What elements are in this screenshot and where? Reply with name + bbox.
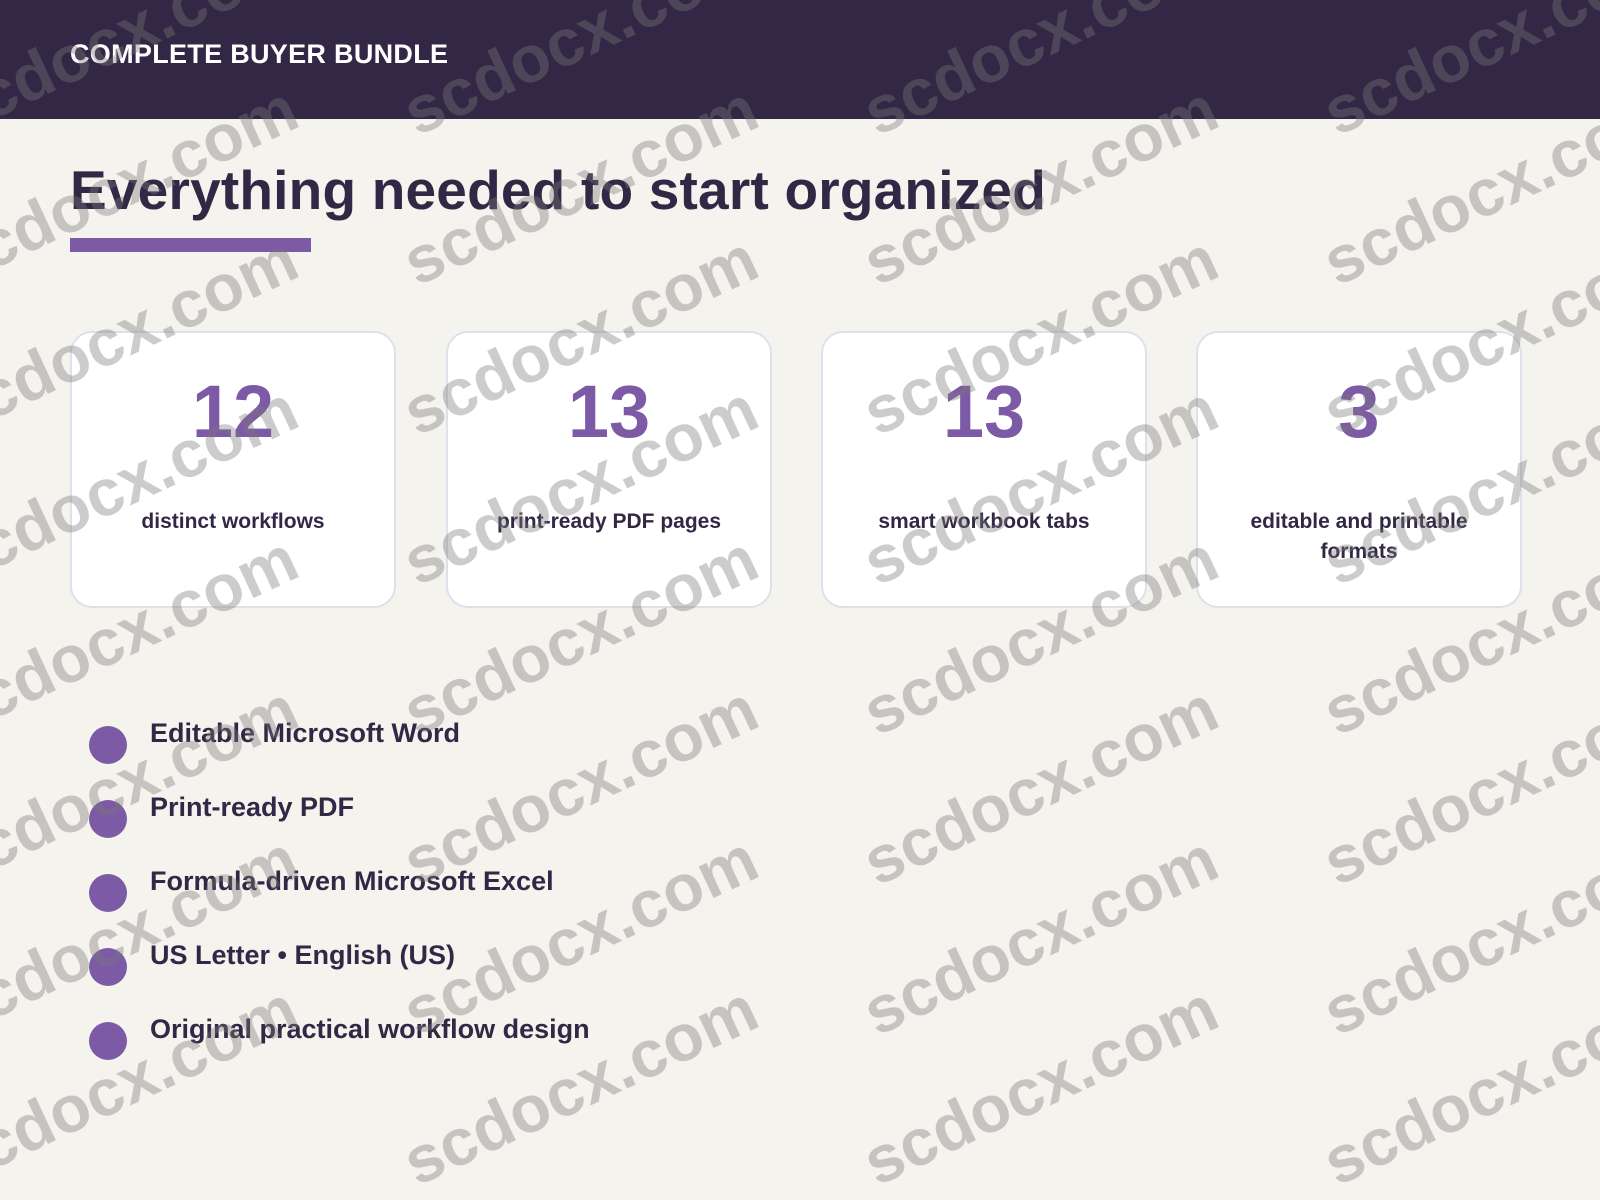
feature-text: Original practical workflow design (150, 1014, 590, 1044)
stat-label: distinct workflows (141, 510, 325, 533)
stat-value: 12 (191, 370, 275, 453)
watermark-text: scdocx.com (391, 970, 769, 1200)
watermark-text: scdocx.com (1311, 820, 1600, 1050)
bullet-dot-icon (89, 1022, 127, 1060)
stat-card-workflows: 12 distinct workflows (70, 331, 396, 608)
title-underline (70, 238, 311, 252)
bullet-dot-icon (89, 726, 127, 764)
feature-text: US Letter • English (US) (150, 940, 455, 970)
watermark-text: scdocx.com (1311, 970, 1600, 1200)
watermark-text: scdocx.com (851, 820, 1229, 1050)
bullet-dot-icon (89, 800, 127, 838)
stat-card-workbook-tabs: 13 smart workbook tabs (821, 331, 1147, 608)
stat-card-formats: 3 editable and printable formats (1196, 331, 1522, 608)
watermark-text: scdocx.com (0, 970, 309, 1200)
stat-value: 13 (942, 370, 1026, 453)
header-bar: COMPLETE BUYER BUNDLE (0, 0, 1600, 119)
page-title: Everything needed to start organized (70, 159, 1046, 221)
feature-text: Print-ready PDF (150, 792, 355, 822)
watermark-text: scdocx.com (851, 970, 1229, 1200)
header-title: COMPLETE BUYER BUNDLE (70, 39, 449, 69)
bullet-dot-icon (89, 948, 127, 986)
feature-text: Formula-driven Microsoft Excel (150, 866, 554, 896)
stat-label: smart workbook tabs (878, 510, 1090, 533)
stat-label: print-ready PDF pages (496, 510, 722, 533)
stat-card-pdf-pages: 13 print-ready PDF pages (446, 331, 772, 608)
stat-label: editable and printable formats (1250, 510, 1468, 563)
feature-text: Editable Microsoft Word (150, 718, 461, 748)
stat-value: 13 (567, 370, 651, 453)
watermark-text: scdocx.com (1311, 670, 1600, 900)
bullet-dot-icon (89, 874, 127, 912)
stat-value: 3 (1338, 370, 1380, 453)
watermark-text: scdocx.com (851, 670, 1229, 900)
